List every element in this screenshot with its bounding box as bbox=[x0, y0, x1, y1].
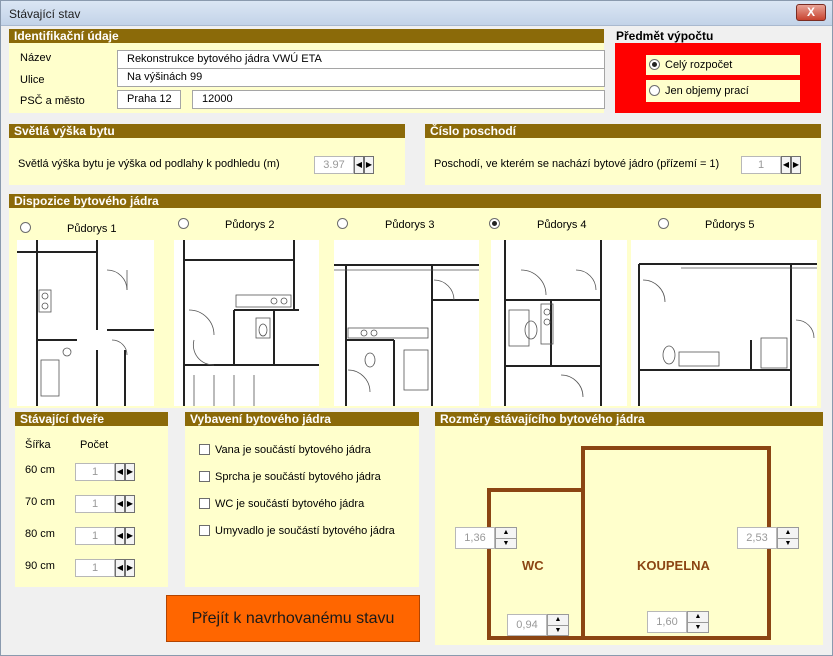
door-row-80-count[interactable]: 1 bbox=[75, 527, 115, 545]
floor-increment[interactable]: ▶ bbox=[791, 156, 801, 174]
floor-description: Poschodí, ve kterém se nachází bytové já… bbox=[434, 158, 720, 170]
door-row-90-decrement[interactable]: ◀ bbox=[115, 559, 125, 577]
plan-1-radio[interactable] bbox=[20, 222, 31, 233]
door-row-70-increment[interactable]: ▶ bbox=[125, 495, 135, 513]
plan-5-label: Půdorys 5 bbox=[705, 219, 755, 231]
name-field[interactable]: Rekonstrukce bytového jádra VWÚ ETA bbox=[117, 50, 605, 69]
plan-1-label: Půdorys 1 bbox=[67, 223, 117, 235]
title-bar: Stávající stav X bbox=[1, 1, 832, 26]
wc-checkbox[interactable] bbox=[199, 498, 210, 509]
bathroom-room-label: KOUPELNA bbox=[637, 558, 710, 573]
clear-height-header: Světlá výška bytu bbox=[9, 124, 405, 138]
plan-2-label: Půdorys 2 bbox=[225, 219, 275, 231]
close-button[interactable]: X bbox=[796, 4, 826, 21]
doors-header: Stávající dveře bbox=[15, 412, 168, 426]
plan-4-radio[interactable] bbox=[489, 218, 500, 229]
option-full-budget[interactable]: Celý rozpočet bbox=[646, 55, 800, 75]
plan-2-radio[interactable] bbox=[178, 218, 189, 229]
shower-label: Sprcha je součástí bytového jádra bbox=[215, 471, 381, 483]
layout-panel: Půdorys 1 Půdorys 2 Půdorys 3 Půdorys 4 … bbox=[9, 208, 821, 408]
doors-col-width: Šířka bbox=[25, 439, 51, 451]
identification-panel: Název Rekonstrukce bytového jádra VWÚ ET… bbox=[9, 43, 605, 113]
clear-height-decrement[interactable]: ◀ bbox=[354, 156, 364, 174]
city-field[interactable]: Praha 12 bbox=[117, 90, 181, 109]
street-label: Ulice bbox=[20, 74, 45, 86]
door-row-70-decrement[interactable]: ◀ bbox=[115, 495, 125, 513]
clear-height-description: Světlá výška bytu je výška od podlahy k … bbox=[18, 158, 280, 170]
door-row-60-width: 60 cm bbox=[25, 464, 55, 476]
calc-subject-panel: Celý rozpočet Jen objemy prací bbox=[615, 43, 821, 113]
doors-panel: Šířka Počet 60 cm 1 ◀ ▶ 70 cm 1 ◀ ▶ 80 c… bbox=[15, 426, 168, 587]
calc-subject-header: Předmět výpočtu bbox=[616, 29, 714, 43]
plan-3-image[interactable] bbox=[334, 240, 479, 406]
plan-1-image[interactable] bbox=[17, 240, 154, 406]
floor-decrement[interactable]: ◀ bbox=[781, 156, 791, 174]
wc-width-spinner[interactable]: ▲ ▼ bbox=[547, 614, 569, 636]
layout-header: Dispozice bytového jádra bbox=[9, 194, 821, 208]
doors-col-count: Počet bbox=[80, 439, 109, 451]
bath-height-value[interactable]: 2,53 bbox=[737, 527, 777, 549]
door-row-70-count[interactable]: 1 bbox=[75, 495, 115, 513]
floor-header: Číslo poschodí bbox=[425, 124, 821, 138]
floor-value[interactable]: 1 bbox=[741, 156, 781, 174]
option-volumes-only[interactable]: Jen objemy prací bbox=[646, 80, 800, 102]
identification-header: Identifikační údaje bbox=[9, 29, 604, 43]
option-volumes-only-label: Jen objemy prací bbox=[665, 85, 749, 97]
go-to-proposed-state-button[interactable]: Přejít k navrhovanému stavu bbox=[166, 595, 420, 642]
equipment-panel: Vana je součástí bytového jádra Sprcha j… bbox=[185, 426, 419, 587]
dimensions-header: Rozměry stávajícího bytového jádra bbox=[435, 412, 823, 426]
wc-room-label: WC bbox=[522, 558, 544, 573]
clear-height-increment[interactable]: ▶ bbox=[364, 156, 374, 174]
wc-label: WC je součástí bytového jádra bbox=[215, 498, 365, 510]
bath-height-spinner[interactable]: ▲ ▼ bbox=[777, 527, 799, 549]
plan-4-label: Půdorys 4 bbox=[537, 219, 587, 231]
zip-field[interactable]: 12000 bbox=[192, 90, 605, 109]
wc-height-value[interactable]: 1,36 bbox=[455, 527, 495, 549]
name-label: Název bbox=[20, 52, 52, 64]
plan-4-image[interactable] bbox=[491, 240, 627, 406]
clear-height-panel: Světlá výška bytu je výška od podlahy k … bbox=[9, 138, 405, 185]
radio-volumes-only[interactable] bbox=[649, 85, 660, 96]
street-field[interactable]: Na výšinách 99 bbox=[117, 68, 605, 87]
plan-3-label: Půdorys 3 bbox=[385, 219, 435, 231]
bathtub-checkbox[interactable] bbox=[199, 444, 210, 455]
door-row-80-decrement[interactable]: ◀ bbox=[115, 527, 125, 545]
door-row-60-increment[interactable]: ▶ bbox=[125, 463, 135, 481]
window-title: Stávající stav bbox=[9, 7, 81, 21]
floor-panel: Poschodí, ve kterém se nachází bytové já… bbox=[425, 138, 821, 185]
plan-5-image[interactable] bbox=[631, 240, 817, 406]
plan-2-image[interactable] bbox=[174, 240, 319, 406]
door-row-80-width: 80 cm bbox=[25, 528, 55, 540]
wc-height-spinner[interactable]: ▲ ▼ bbox=[495, 527, 517, 549]
door-row-90-count[interactable]: 1 bbox=[75, 559, 115, 577]
door-row-70-width: 70 cm bbox=[25, 496, 55, 508]
plan-5-radio[interactable] bbox=[658, 218, 669, 229]
door-row-80-increment[interactable]: ▶ bbox=[125, 527, 135, 545]
radio-full-budget[interactable] bbox=[649, 59, 660, 70]
bath-width-spinner[interactable]: ▲ ▼ bbox=[687, 611, 709, 633]
shower-checkbox[interactable] bbox=[199, 471, 210, 482]
clear-height-value[interactable]: 3.97 bbox=[314, 156, 354, 174]
washbasin-label: Umyvadlo je součástí bytového jádra bbox=[215, 525, 395, 537]
plan-3-radio[interactable] bbox=[337, 218, 348, 229]
washbasin-checkbox[interactable] bbox=[199, 525, 210, 536]
dimensions-panel: WC KOUPELNA 1,36 ▲ ▼ 0,94 ▲ ▼ 2,53 ▲ ▼ 1,60… bbox=[435, 426, 823, 645]
door-row-60-decrement[interactable]: ◀ bbox=[115, 463, 125, 481]
equipment-header: Vybavení bytového jádra bbox=[185, 412, 419, 426]
door-row-90-width: 90 cm bbox=[25, 560, 55, 572]
door-row-90-increment[interactable]: ▶ bbox=[125, 559, 135, 577]
option-full-budget-label: Celý rozpočet bbox=[665, 59, 733, 71]
door-row-60-count[interactable]: 1 bbox=[75, 463, 115, 481]
dialog-window: Stávající stav X Identifikační údaje Náz… bbox=[0, 0, 833, 656]
city-label: PSČ a město bbox=[20, 95, 85, 107]
bathtub-label: Vana je součástí bytového jádra bbox=[215, 444, 371, 456]
bath-width-value[interactable]: 1,60 bbox=[647, 611, 687, 633]
wc-width-value[interactable]: 0,94 bbox=[507, 614, 547, 636]
